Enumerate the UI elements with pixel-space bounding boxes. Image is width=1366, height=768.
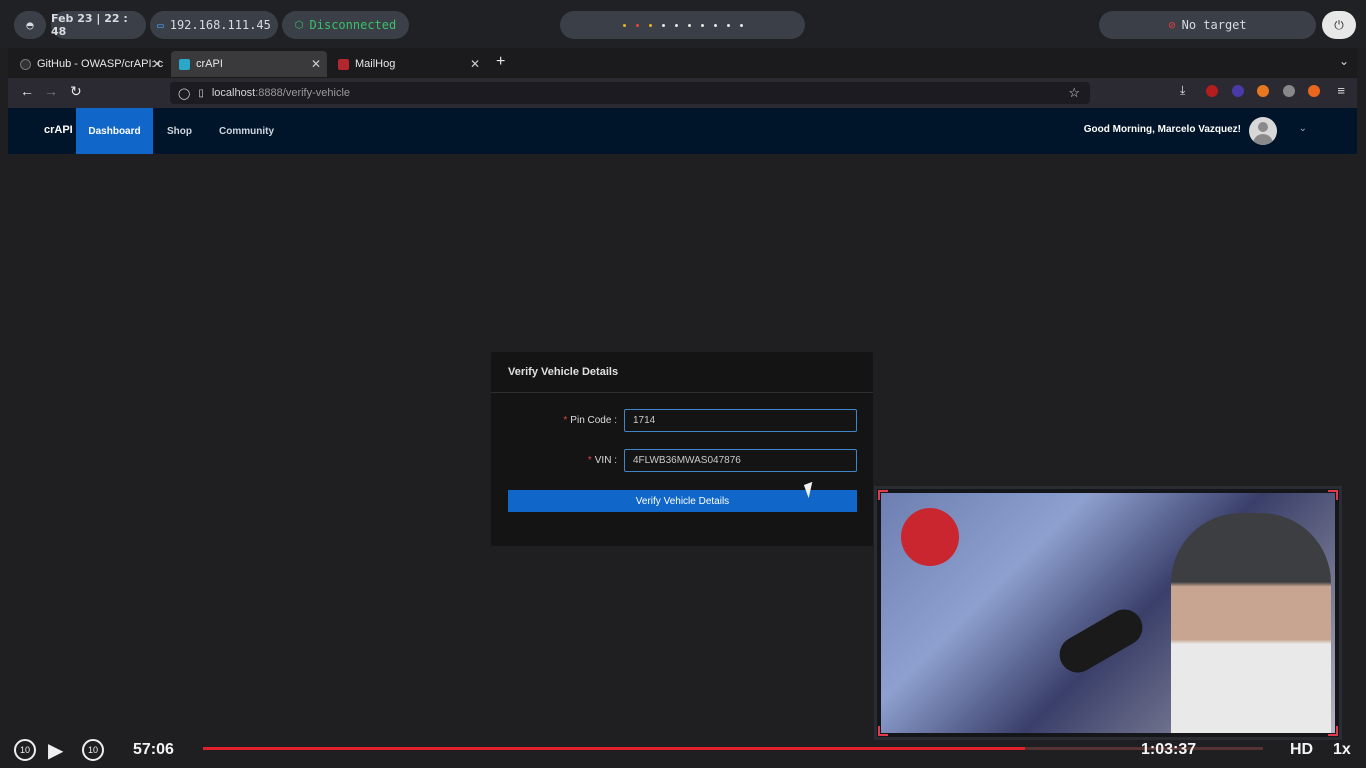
workspace-dot[interactable] [674, 23, 678, 27]
microphone-icon [1053, 602, 1149, 680]
workspace-dot[interactable] [739, 23, 743, 27]
target-indicator[interactable]: ⊘ No target [1099, 11, 1316, 39]
mailhog-icon [338, 58, 349, 70]
forward-icon[interactable]: 10 [82, 739, 104, 761]
nav-shop[interactable]: Shop [153, 108, 206, 154]
tab-label: crAPI [196, 58, 223, 70]
current-time: 57:06 [133, 741, 174, 758]
person-silhouette [1171, 513, 1331, 733]
workspace-dot[interactable] [713, 23, 717, 27]
remaining-time: 1:03:37 [1141, 741, 1197, 758]
webcam-overlay [874, 486, 1342, 740]
rewind-icon[interactable]: 10 [14, 739, 36, 761]
avatar[interactable] [1249, 117, 1277, 145]
tab-label: MailHog [355, 58, 396, 70]
close-icon[interactable]: ✕ [470, 57, 480, 71]
vpn-status-label: Disconnected [309, 18, 397, 32]
ip-address: 192.168.111.45 [169, 18, 271, 32]
foxyproxy-icon[interactable] [1257, 85, 1269, 97]
pin-code-input[interactable] [624, 409, 857, 432]
speed-button[interactable]: 1x [1333, 741, 1351, 759]
pin-code-row: * Pin Code : [491, 409, 873, 433]
tab-label: GitHub - OWASP/crAPI: c [37, 58, 164, 70]
tab-strip: GitHub - OWASP/crAPI: c ✕ crAPI ✕ MailHo… [8, 48, 1357, 78]
target-label: No target [1181, 18, 1247, 32]
workspace-dot[interactable] [700, 23, 704, 27]
crapi-icon [179, 58, 190, 70]
wappalyzer-icon[interactable] [1283, 85, 1295, 97]
workspace-dot[interactable] [687, 23, 691, 27]
close-icon[interactable]: ✕ [152, 57, 162, 71]
reload-icon[interactable]: ↻ [70, 83, 82, 100]
new-tab-button[interactable]: + [496, 53, 505, 71]
hooded-logo-icon [901, 508, 959, 566]
verify-vehicle-button[interactable]: Verify Vehicle Details [508, 490, 857, 512]
forward-arrow-icon[interactable]: → [44, 83, 58, 99]
progress-bar[interactable] [203, 747, 1263, 750]
progress-fill [203, 747, 1025, 750]
screen: ◓ Feb 23 | 22 : 48 ▭ 192.168.111.45 ⬡ Di… [0, 0, 1366, 768]
download-icon[interactable]: ⤓ [1180, 83, 1185, 98]
ip-indicator[interactable]: ▭ 192.168.111.45 [150, 11, 278, 39]
vin-row: * VIN : [491, 449, 873, 473]
video-controls: 10 ▶ 10 57:06 1:03:37 HD 1x [0, 734, 1366, 768]
workspace-dot[interactable] [648, 23, 652, 27]
bookmark-star-icon[interactable]: ☆ [1068, 85, 1080, 101]
workspace-switcher[interactable] [560, 11, 805, 39]
back-arrow-icon[interactable]: ← [20, 83, 34, 99]
frame-corner [1328, 490, 1338, 500]
brand-logo[interactable]: crAPI [44, 124, 73, 136]
webcam-video [881, 493, 1335, 733]
menu-icon[interactable]: ≡ [1337, 83, 1345, 98]
extension-icon[interactable] [1232, 85, 1244, 97]
power-icon: ⏻ [1334, 17, 1344, 32]
nav-dashboard[interactable]: Dashboard [76, 108, 153, 154]
target-icon: ⊘ [1168, 18, 1176, 32]
tab-github[interactable]: GitHub - OWASP/crAPI: c ✕ [12, 51, 168, 77]
chevron-down-icon[interactable]: ⌄ [1299, 123, 1307, 134]
brave-icon[interactable] [1308, 85, 1320, 97]
address-bar[interactable]: ◯ ▯ localhost:8888/verify-vehicle ☆ [170, 82, 1090, 104]
app-header: crAPI Dashboard Shop Community Good Morn… [8, 108, 1357, 154]
play-icon[interactable]: ▶ [48, 738, 63, 763]
browser-window: GitHub - OWASP/crAPI: c ✕ crAPI ✕ MailHo… [8, 48, 1357, 154]
workspace-dot[interactable] [622, 23, 626, 27]
nav-community[interactable]: Community [205, 108, 288, 154]
url-text: localhost:8888/verify-vehicle [211, 87, 351, 99]
monitor-icon: ▭ [157, 18, 164, 32]
vin-label: * VIN : [587, 455, 617, 466]
verify-vehicle-card: Verify Vehicle Details *Pin Code : *VIN … [491, 352, 873, 546]
shield-icon: ◯ [178, 87, 191, 100]
pin-code-label: * Pin Code : [563, 415, 617, 426]
page-icon: ▯ [198, 87, 204, 99]
vpn-icon: ⬡ [294, 19, 304, 31]
vpn-status[interactable]: ⬡ Disconnected [282, 11, 409, 39]
vin-input[interactable] [624, 449, 857, 472]
menu-icon: ◓ [26, 18, 34, 32]
tab-mailhog[interactable]: MailHog ✕ [330, 51, 486, 77]
frame-corner [878, 490, 888, 500]
workspace-dot[interactable] [726, 23, 730, 27]
ublock-icon[interactable] [1206, 85, 1218, 97]
workspace-dot[interactable] [661, 23, 665, 27]
power-button[interactable]: ⏻ [1322, 11, 1356, 39]
clock: Feb 23 | 22 : 48 [51, 11, 146, 39]
quality-button[interactable]: HD [1290, 741, 1313, 759]
workspace-dot[interactable] [635, 23, 639, 27]
launcher-button[interactable]: ◓ [14, 11, 46, 39]
card-title: Verify Vehicle Details [491, 352, 873, 393]
close-icon[interactable]: ✕ [311, 57, 321, 71]
navigation-toolbar: ← → ↻ ◯ ▯ localhost:8888/verify-vehicle … [8, 78, 1357, 108]
user-greeting: Good Morning, Marcelo Vazquez! [1083, 124, 1241, 135]
tab-list-chevron-icon[interactable]: ⌄ [1339, 54, 1349, 68]
system-status-bar: ◓ Feb 23 | 22 : 48 ▭ 192.168.111.45 ⬡ Di… [0, 0, 1366, 48]
github-icon [20, 58, 31, 70]
tab-crapi[interactable]: crAPI ✕ [171, 51, 327, 77]
